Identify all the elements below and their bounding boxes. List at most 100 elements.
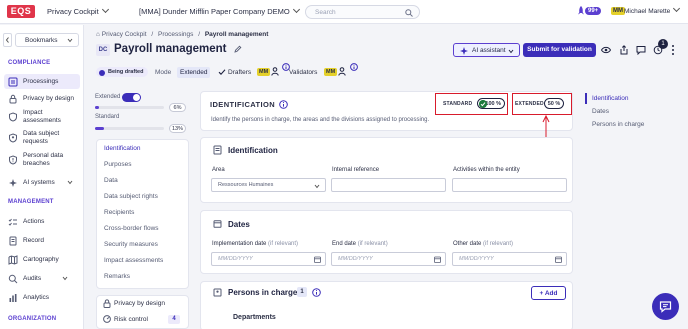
sidebar-item-label: Impact assessments (23, 109, 61, 124)
extended-progress-label: Extended (95, 94, 121, 100)
internal-reference-input[interactable] (331, 178, 446, 192)
sidebar-item-label: Actions (23, 217, 45, 225)
toc-link-identification[interactable]: Identification (592, 95, 629, 102)
chevron-down-icon (292, 5, 300, 14)
extended-completion-label: EXTENDED (515, 101, 544, 107)
mode-value[interactable]: Extended (177, 67, 211, 78)
sidebar-item-cartography[interactable]: Cartography (4, 252, 80, 267)
calendar-icon[interactable] (555, 256, 562, 263)
add-person-button[interactable]: + Add (531, 286, 566, 300)
activities-input[interactable] (452, 178, 567, 192)
area-select[interactable]: Ressources Humaines (211, 178, 326, 192)
sidebar-item-data-subject-requests[interactable]: Data subject requests (4, 129, 80, 147)
if-relevant-note: (if relevant) (268, 241, 299, 247)
section-link-impact-assessments[interactable]: Impact assessments (104, 257, 163, 264)
identification-card-title: Identification (228, 146, 278, 155)
implementation-date-input[interactable]: MM/DD/YYYY (211, 252, 326, 266)
section-link-security-measures[interactable]: Security measures (104, 241, 158, 248)
eqs-logo[interactable]: EQS (7, 5, 35, 18)
info-icon[interactable] (279, 100, 288, 109)
chevron-down-icon (67, 38, 73, 43)
compliance-heading: COMPLIANCE (8, 60, 51, 66)
toc-link-dates[interactable]: Dates (592, 108, 609, 115)
notification-count: 1 (658, 39, 668, 49)
section-link-data[interactable]: Data (104, 177, 118, 184)
sidebar-item-label: Data subject requests (23, 130, 60, 145)
activities-label: Activities within the entity (453, 167, 520, 173)
identification-description: Identify the persons in charge, the area… (211, 117, 430, 123)
validator-avatar[interactable]: MM (324, 68, 338, 76)
breadcrumb-current: Payroll management (204, 31, 269, 38)
search-placeholder: Search (315, 9, 336, 16)
implementation-date-text: Implementation date (212, 241, 267, 247)
sidebar-item-privacy-by-design[interactable]: Privacy by design (4, 91, 80, 106)
company-switcher[interactable]: [MMA] Dunder Mifflin Paper Company DEMO (139, 5, 300, 16)
drafters-label: Drafters (228, 69, 252, 76)
calendar-icon[interactable] (314, 256, 321, 263)
toc-link-persons-in-charge[interactable]: Persons in charge (592, 121, 644, 128)
persons-in-charge-title: Persons in charge (228, 288, 298, 297)
share-icon[interactable] (620, 45, 628, 55)
risk-control-link[interactable]: Risk control (114, 316, 148, 323)
breadcrumb-home[interactable]: Privacy Cockpit (102, 31, 147, 38)
section-link-identification[interactable]: Identification (104, 145, 141, 152)
if-relevant-note: (if relevant) (357, 241, 388, 247)
help-button[interactable] (652, 293, 679, 320)
ai-assistant-label: AI assistant (472, 47, 506, 54)
eye-icon[interactable] (601, 46, 611, 54)
app-switcher[interactable]: Privacy Cockpit (47, 5, 109, 16)
sidebar-item-record[interactable]: Record (4, 233, 80, 248)
section-link-recipients[interactable]: Recipients (104, 209, 134, 216)
sidebar-item-analytics[interactable]: Analytics (4, 290, 80, 305)
sidebar-item-ai-systems[interactable]: AI systems (4, 175, 80, 190)
section-link-purposes[interactable]: Purposes (104, 161, 131, 168)
ai-assistant-button[interactable]: AI assistant (453, 43, 520, 57)
drafter-avatar[interactable]: MM (257, 68, 271, 76)
collapse-sidebar-button[interactable] (3, 33, 12, 47)
user-name: Michael Marette (624, 8, 671, 15)
sidebar-item-label: Analytics (23, 293, 50, 301)
home-icon[interactable]: ⌂ (96, 31, 100, 38)
rocket-icon[interactable] (577, 6, 585, 16)
standard-progress-label: Standard (95, 114, 120, 120)
other-date-input[interactable]: MM/DD/YYYY (452, 252, 567, 266)
privacy-by-design-link[interactable]: Privacy by design (114, 300, 165, 307)
app-name: Privacy Cockpit (47, 7, 99, 16)
section-link-remarks[interactable]: Remarks (104, 273, 130, 280)
lock-icon (9, 94, 17, 103)
sidebar-item-actions[interactable]: Actions (4, 214, 80, 229)
toggle-knob (133, 94, 140, 101)
sidebar-item-label: Processings (23, 77, 59, 85)
more-options-icon[interactable] (671, 44, 675, 56)
chevron-down-icon (508, 49, 514, 54)
sidebar-item-audits[interactable]: Audits (4, 271, 80, 286)
sidebar-item-impact-assessments[interactable]: Impact assessments (4, 108, 80, 126)
extended-progress-fill (95, 106, 100, 109)
avatar[interactable]: MM (611, 7, 625, 15)
processings-icon (8, 77, 18, 86)
user-menu[interactable]: Michael Marette (624, 4, 681, 15)
shield-icon (9, 112, 17, 122)
sparkle-icon (460, 47, 468, 55)
sidebar-item-personal-data-breaches[interactable]: Personal data breaches (4, 151, 80, 169)
company-name: [MMA] Dunder Mifflin Paper Company DEMO (139, 7, 290, 16)
user-icon[interactable] (338, 67, 346, 76)
search-input[interactable]: Search (305, 5, 420, 19)
edit-icon[interactable] (234, 45, 242, 53)
section-link-cross-border-flows[interactable]: Cross-border flows (104, 225, 159, 232)
bookmarks-dropdown[interactable]: Bookmarks (15, 33, 79, 47)
gauge-icon (103, 315, 111, 323)
user-icon[interactable] (271, 67, 279, 76)
submit-for-validation-button[interactable]: Submit for validation (523, 43, 596, 57)
info-icon[interactable] (350, 63, 358, 71)
info-icon[interactable] (312, 288, 321, 297)
calendar-icon[interactable] (434, 256, 441, 263)
notification-badge[interactable]: 99+ (585, 7, 602, 15)
record-icon (9, 236, 17, 245)
section-link-data-subject-rights[interactable]: Data subject rights (104, 193, 158, 200)
sidebar-item-processings[interactable]: Processings (4, 74, 80, 89)
end-date-input[interactable]: MM/DD/YYYY (331, 252, 446, 266)
comment-icon[interactable] (636, 45, 646, 55)
audit-icon (8, 274, 18, 283)
breadcrumb-parent[interactable]: Processings (158, 31, 193, 38)
